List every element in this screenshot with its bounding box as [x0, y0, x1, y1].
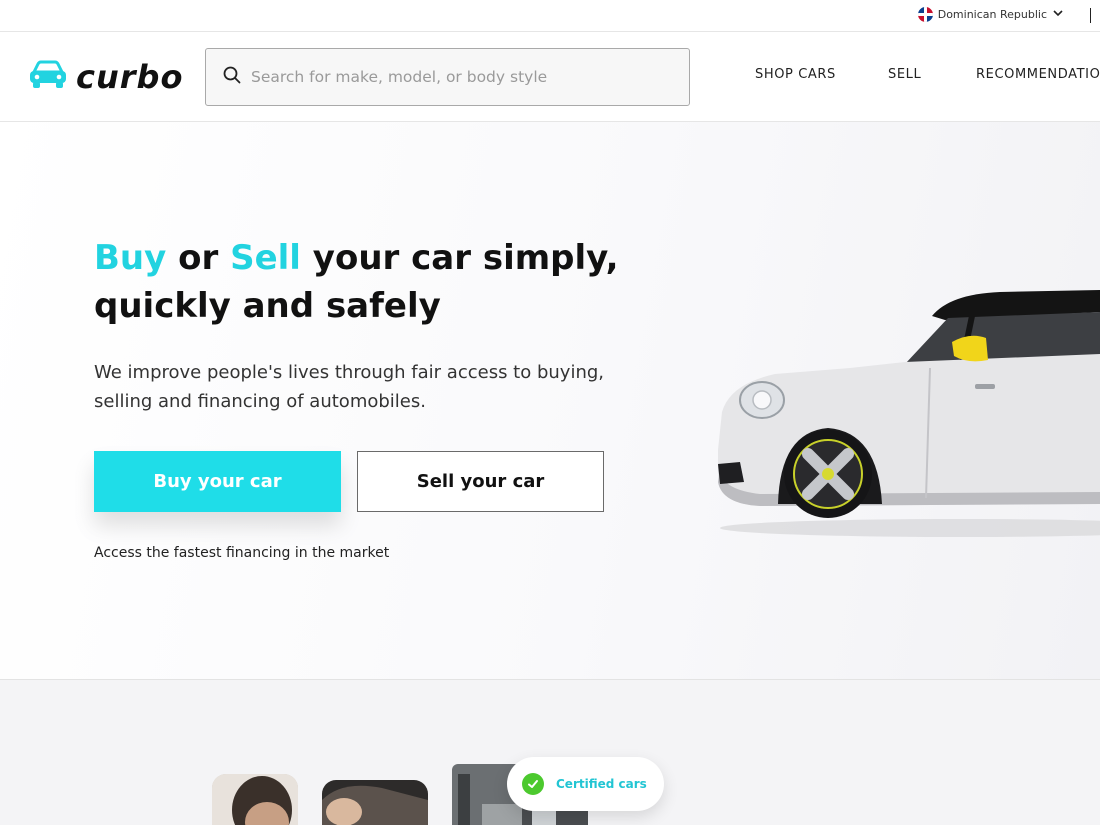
person-photo-card: [212, 774, 298, 825]
car-logo-icon: [28, 60, 68, 94]
hero-section: Buy or Sell your car simply, quickly and…: [0, 122, 1100, 680]
buy-your-car-button[interactable]: Buy your car: [94, 451, 341, 512]
topbar-divider: [1090, 8, 1091, 23]
nav-shop-cars[interactable]: SHOP CARS: [755, 67, 836, 82]
certified-cars-badge: Certified cars: [507, 757, 664, 811]
dominican-republic-flag-icon: [917, 7, 933, 22]
logo-text: curbo: [76, 58, 184, 96]
main-header: curbo SHOP CARS SELL RECOMMENDATIONS: [0, 32, 1100, 122]
curbo-logo[interactable]: curbo: [28, 60, 183, 94]
search-icon: [223, 66, 241, 88]
top-bar: Dominican Republic: [0, 0, 1100, 32]
car-interior-photo-card: [322, 780, 428, 825]
search-input[interactable]: [251, 68, 671, 86]
search-bar[interactable]: [205, 48, 690, 106]
headline-or-word: or: [166, 238, 231, 278]
features-section: Certified cars: [0, 680, 1100, 825]
headline-buy-word: Buy: [94, 238, 167, 278]
financing-text: Access the fastest financing in the mark…: [94, 545, 390, 561]
country-selector[interactable]: Dominican Republic: [917, 7, 1064, 22]
nav-sell[interactable]: SELL: [888, 67, 921, 82]
nav-recommendations[interactable]: RECOMMENDATIONS: [976, 67, 1100, 82]
hero-headline: Buy or Sell your car simply, quickly and…: [94, 234, 734, 330]
country-label: Dominican Republic: [937, 8, 1047, 21]
certified-cars-label: Certified cars: [556, 777, 647, 791]
chevron-down-icon: [1052, 7, 1064, 22]
car-image: [718, 290, 1100, 537]
checkmark-icon: [522, 773, 544, 795]
hero-subtext: We improve people's lives through fair a…: [94, 362, 605, 412]
sell-your-car-button[interactable]: Sell your car: [357, 451, 604, 512]
headline-sell-word: Sell: [230, 238, 301, 278]
